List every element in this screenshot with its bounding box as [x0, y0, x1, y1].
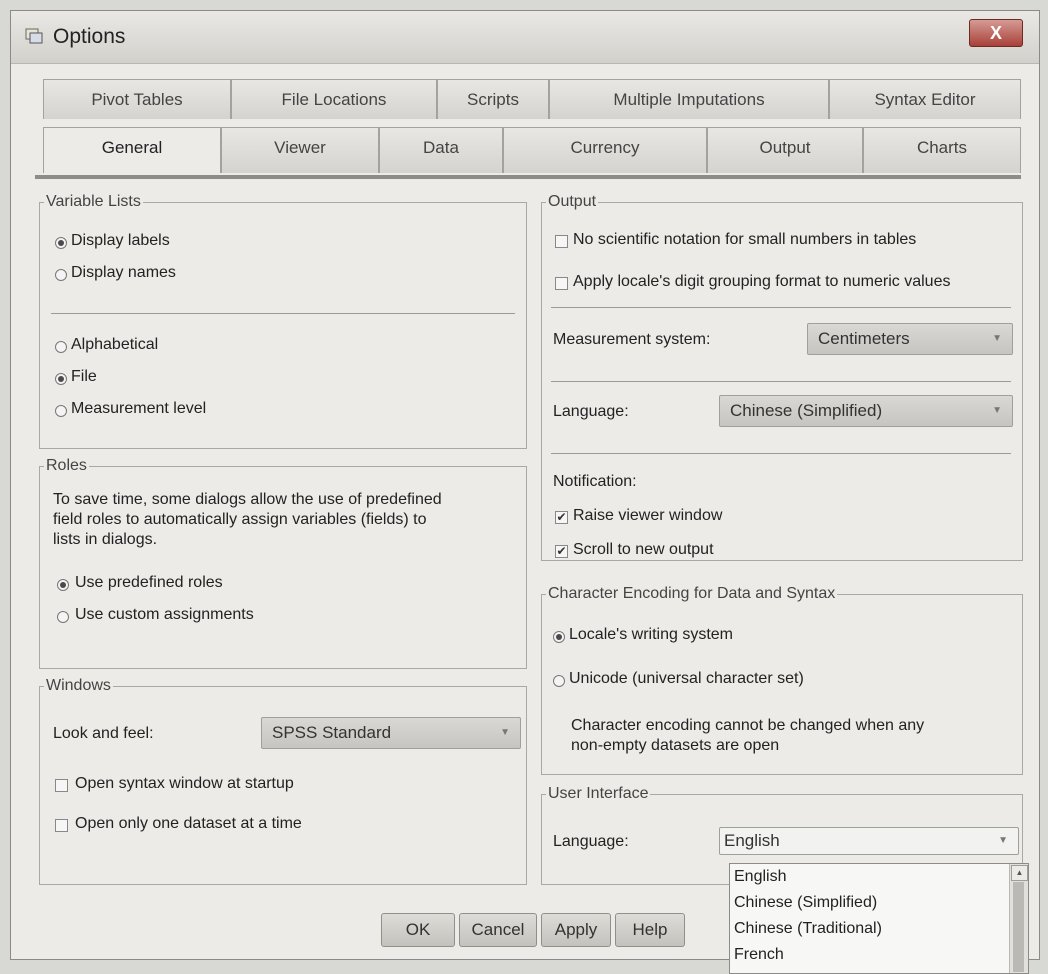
look-and-feel-value: SPSS Standard	[272, 723, 392, 742]
locale-writing-system-radio[interactable]	[553, 631, 565, 643]
open-one-dataset-label: Open only one dataset at a time	[75, 815, 302, 832]
unicode-label: Unicode (universal character set)	[569, 670, 804, 687]
dropdown-option-french[interactable]: French	[734, 946, 784, 964]
open-syntax-label: Open syntax window at startup	[75, 775, 294, 792]
output-divider-1	[551, 307, 1011, 308]
raise-viewer-label: Raise viewer window	[573, 507, 723, 524]
output-language-select[interactable]: Chinese (Simplified) ▼	[719, 395, 1013, 427]
options-app-icon	[25, 28, 43, 44]
help-button[interactable]: Help	[615, 913, 685, 947]
variable-lists-legend: Variable Lists	[44, 193, 143, 211]
measurement-level-label: Measurement level	[71, 400, 207, 417]
scrollbar-thumb[interactable]	[1013, 882, 1024, 972]
chevron-down-icon: ▼	[992, 333, 1002, 344]
roles-description-line2: field roles to automatically assign vari…	[53, 511, 427, 528]
look-and-feel-label: Look and feel:	[53, 725, 154, 742]
tab-file-locations[interactable]: File Locations	[231, 79, 437, 119]
scroll-up-arrow-icon[interactable]: ▲	[1011, 865, 1028, 881]
display-names-radio[interactable]	[55, 269, 67, 281]
dropdown-option-english[interactable]: English	[734, 868, 786, 886]
ok-button[interactable]: OK	[381, 913, 455, 947]
dropdown-option-chinese-traditional[interactable]: Chinese (Traditional)	[734, 920, 882, 938]
output-language-label: Language:	[553, 403, 629, 420]
raise-viewer-checkbox[interactable]: ✔	[555, 511, 568, 524]
ui-language-dropdown-list: English Chinese (Simplified) Chinese (Tr…	[729, 863, 1029, 974]
windows-legend: Windows	[44, 677, 113, 695]
tab-general[interactable]: General	[43, 127, 221, 173]
encoding-note-line1: Character encoding cannot be changed whe…	[571, 717, 925, 734]
chevron-down-icon: ▼	[998, 835, 1008, 846]
measurement-system-value: Centimeters	[818, 329, 910, 348]
open-syntax-checkbox[interactable]	[55, 779, 68, 792]
measurement-system-label: Measurement system:	[553, 331, 711, 348]
file-order-radio[interactable]	[55, 373, 67, 385]
tab-currency[interactable]: Currency	[503, 127, 707, 173]
output-language-value: Chinese (Simplified)	[730, 401, 883, 420]
close-button[interactable]: X	[969, 19, 1023, 47]
title-bar: Options X	[11, 11, 1039, 64]
character-encoding-legend: Character Encoding for Data and Syntax	[546, 585, 838, 603]
use-custom-assignments-label: Use custom assignments	[75, 606, 254, 623]
dropdown-option-chinese-simplified[interactable]: Chinese (Simplified)	[734, 894, 877, 912]
tab-strip-divider	[35, 175, 1021, 179]
tab-scripts[interactable]: Scripts	[437, 79, 549, 119]
ui-language-label: Language:	[553, 833, 629, 850]
use-predefined-roles-radio[interactable]	[57, 579, 69, 591]
tab-output[interactable]: Output	[707, 127, 863, 173]
chevron-down-icon: ▼	[500, 727, 510, 738]
output-legend: Output	[546, 193, 599, 211]
apply-locale-grouping-label: Apply locale's digit grouping format to …	[573, 273, 951, 290]
no-scientific-notation-checkbox[interactable]	[555, 235, 568, 248]
encoding-note-line2: non-empty datasets are open	[571, 737, 780, 754]
ui-language-value: English	[724, 831, 780, 850]
measurement-system-select[interactable]: Centimeters ▼	[807, 323, 1013, 355]
display-names-label: Display names	[71, 264, 176, 281]
chevron-down-icon: ▼	[992, 405, 1002, 416]
apply-locale-grouping-checkbox[interactable]	[555, 277, 568, 290]
output-divider-3	[551, 453, 1011, 454]
cancel-button[interactable]: Cancel	[459, 913, 537, 947]
locale-writing-system-label: Locale's writing system	[569, 626, 733, 643]
tab-charts[interactable]: Charts	[863, 127, 1021, 173]
tab-data[interactable]: Data	[379, 127, 503, 173]
output-divider-2	[551, 381, 1011, 382]
tab-multiple-imputations[interactable]: Multiple Imputations	[549, 79, 829, 119]
dialog-title: Options	[53, 25, 126, 48]
file-order-label: File	[71, 368, 97, 385]
display-labels-label: Display labels	[71, 232, 170, 249]
roles-group: Roles	[39, 457, 527, 669]
scroll-to-output-checkbox[interactable]: ✔	[555, 545, 568, 558]
alphabetical-radio[interactable]	[55, 341, 67, 353]
roles-description-line1: To save time, some dialogs allow the use…	[53, 491, 442, 508]
user-interface-legend: User Interface	[546, 785, 651, 803]
tab-syntax-editor[interactable]: Syntax Editor	[829, 79, 1021, 119]
apply-button[interactable]: Apply	[541, 913, 611, 947]
roles-description-line3: lists in dialogs.	[53, 531, 158, 548]
no-scientific-notation-label: No scientific notation for small numbers…	[573, 231, 917, 248]
roles-legend: Roles	[44, 457, 89, 475]
ui-language-select[interactable]: English ▼	[719, 827, 1019, 855]
unicode-radio[interactable]	[553, 675, 565, 687]
scroll-to-output-label: Scroll to new output	[573, 541, 714, 558]
dropdown-scrollbar[interactable]: ▲	[1009, 864, 1028, 973]
notification-label: Notification:	[553, 473, 637, 490]
display-labels-radio[interactable]	[55, 237, 67, 249]
variable-lists-divider	[51, 313, 515, 314]
tab-pivot-tables[interactable]: Pivot Tables	[43, 79, 231, 119]
open-one-dataset-checkbox[interactable]	[55, 819, 68, 832]
options-dialog: Options X Pivot Tables File Locations Sc…	[10, 10, 1040, 974]
tab-viewer[interactable]: Viewer	[221, 127, 379, 173]
look-and-feel-select[interactable]: SPSS Standard ▼	[261, 717, 521, 749]
use-custom-assignments-radio[interactable]	[57, 611, 69, 623]
measurement-level-radio[interactable]	[55, 405, 67, 417]
alphabetical-label: Alphabetical	[71, 336, 159, 353]
use-predefined-roles-label: Use predefined roles	[75, 574, 223, 591]
